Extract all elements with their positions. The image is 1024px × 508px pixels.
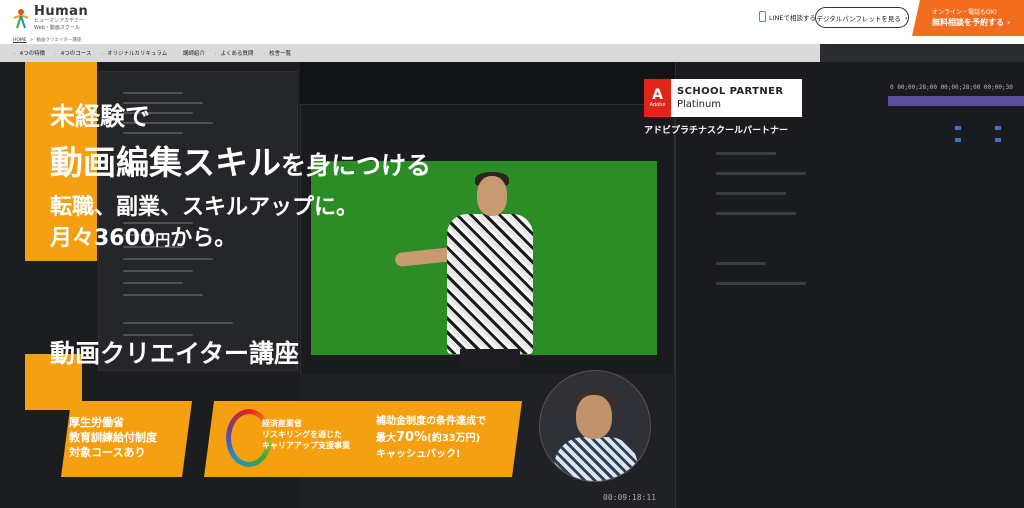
card1-line3: 対象コースあり	[69, 446, 146, 459]
keyframe-marker	[955, 138, 961, 142]
page: Human ヒューマンアカデミー Web・動画スクール LINEで相談する デジ…	[0, 0, 1024, 508]
nav-item-features[interactable]: 4つの特徴	[20, 49, 46, 57]
hero-price-main: 月々3600	[50, 226, 156, 251]
card2-line3: キャリアアップ支援事業	[262, 441, 350, 450]
timeline-clip	[888, 96, 1024, 106]
line-consult-label: LINEで相談する	[769, 13, 817, 22]
course-title: 動画クリエイター講座	[50, 339, 300, 368]
cta-label-text: 無料相談を予約する	[932, 18, 1004, 27]
cta-subtext: オンライン・電話もOK!	[932, 9, 998, 16]
benefit-card-mhlw: 厚生労働省 教育訓練給付制度 対象コースあり	[61, 401, 192, 477]
card2-line2: リスキリングを通じた	[262, 430, 342, 439]
card2-line1: 経済産業省	[262, 419, 302, 428]
smartphone-icon	[759, 11, 766, 22]
hero-line-1: 未経験で	[50, 102, 151, 131]
nav-item-courses[interactable]: 4つのコース	[61, 49, 92, 57]
hero-price: 月々3600円から。	[50, 220, 236, 252]
section-nav: › 4つの特徴 › 4つのコース › オリジナルカリキュラム › 講師紹介 › よくある質…	[0, 44, 820, 62]
hero-headline-main: 動画編集スキル	[50, 143, 281, 182]
hero-headline: 動画編集スキルを身につける	[50, 136, 431, 184]
card2-amount: (約33万円)	[427, 433, 481, 444]
card2-right-line3: キャッシュバック!	[376, 449, 461, 460]
line-consult-link[interactable]: LINEで相談する	[759, 11, 816, 22]
nav-item-faq[interactable]: よくある質問	[220, 49, 253, 57]
hero-headline-tail: を身につける	[281, 151, 432, 180]
nav-item-instructors[interactable]: 講師紹介	[183, 49, 205, 57]
keyframe-marker	[995, 126, 1001, 130]
keyframe-marker	[955, 126, 961, 130]
adobe-badge-caption: アドビプラチナスクールパートナー	[644, 126, 789, 136]
cta-chevron-icon: ›	[1006, 18, 1011, 27]
adobe-badge-title: SCHOOL PARTNER	[677, 86, 784, 97]
instructor-video-bubble	[539, 370, 651, 482]
instructor-face	[576, 395, 612, 439]
site-header: Human ヒューマンアカデミー Web・動画スクール LINEで相談する デジ…	[0, 0, 1024, 36]
site-logo[interactable]: Human ヒューマンアカデミー Web・動画スクール	[12, 4, 89, 32]
hero-section: 0 00;00;28;00 00;00;28;00 00;00;30 › 4つの特…	[0, 44, 1024, 508]
chevron-right-icon: ›	[904, 13, 908, 22]
logo-subtitle: ヒューマンアカデミー	[34, 18, 85, 24]
breadcrumb: HOME > 動画クリエイター講座	[13, 36, 81, 44]
timeline-ruler: 0 00;00;28;00 00;00;28;00 00;00;30	[890, 84, 1013, 91]
card2-right-line2: 最大70%(約33万円)	[376, 430, 486, 447]
card2-max: 最大	[376, 433, 396, 444]
instructor-shirt	[554, 437, 638, 481]
cta-label: 無料相談を予約する ›	[932, 17, 1024, 28]
card2-percent: 70%	[396, 430, 428, 445]
adobe-logo-letter: A	[652, 86, 663, 103]
presenter-head	[477, 176, 507, 216]
adobe-partner-badge: A Adobe SCHOOL PARTNER Platinum	[644, 79, 802, 117]
hero-price-unit: 円	[155, 231, 171, 249]
adobe-badge-tier: Platinum	[677, 99, 722, 110]
breadcrumb-separator: >	[29, 37, 34, 43]
hero-price-tail: から。	[170, 226, 237, 251]
hero-line-3: 転職、副業、スキルアップに。	[50, 195, 359, 220]
free-consult-cta[interactable]: オンライン・電話もOK! 無料相談を予約する ›	[912, 0, 1024, 36]
card2-right-line1: 補助金制度の条件達成で	[376, 416, 486, 427]
pamphlet-button[interactable]: デジタルパンフレットを見る ›	[815, 7, 909, 28]
card1-line1: 厚生労働省	[69, 416, 124, 429]
breadcrumb-current: 動画クリエイター講座	[36, 38, 82, 43]
human-logo-icon	[13, 9, 29, 29]
logo-subtitle-2: Web・動画スクール	[34, 25, 80, 31]
card1-line2: 教育訓練給付制度	[69, 431, 157, 444]
presenter-shirt	[447, 214, 533, 354]
editor-top-strip	[820, 44, 1024, 62]
breadcrumb-home[interactable]: HOME	[13, 38, 27, 43]
nav-item-curriculum[interactable]: オリジナルカリキュラム	[107, 49, 167, 57]
keyframe-marker	[995, 138, 1001, 142]
pamphlet-label: デジタルパンフレットを見る	[816, 14, 901, 23]
adobe-logo: A Adobe	[644, 79, 671, 117]
logo-wordmark: Human	[34, 4, 89, 19]
video-timecode: 00:09:18:11	[603, 493, 656, 502]
benefit-card-meti: 経済産業省 リスキリングを通じた キャリアアップ支援事業 補助金制度の条件達成で…	[204, 401, 522, 477]
presenter-legs	[460, 349, 520, 367]
adobe-logo-word: Adobe	[649, 101, 666, 108]
nav-item-schools[interactable]: 校舎一覧	[269, 49, 291, 57]
